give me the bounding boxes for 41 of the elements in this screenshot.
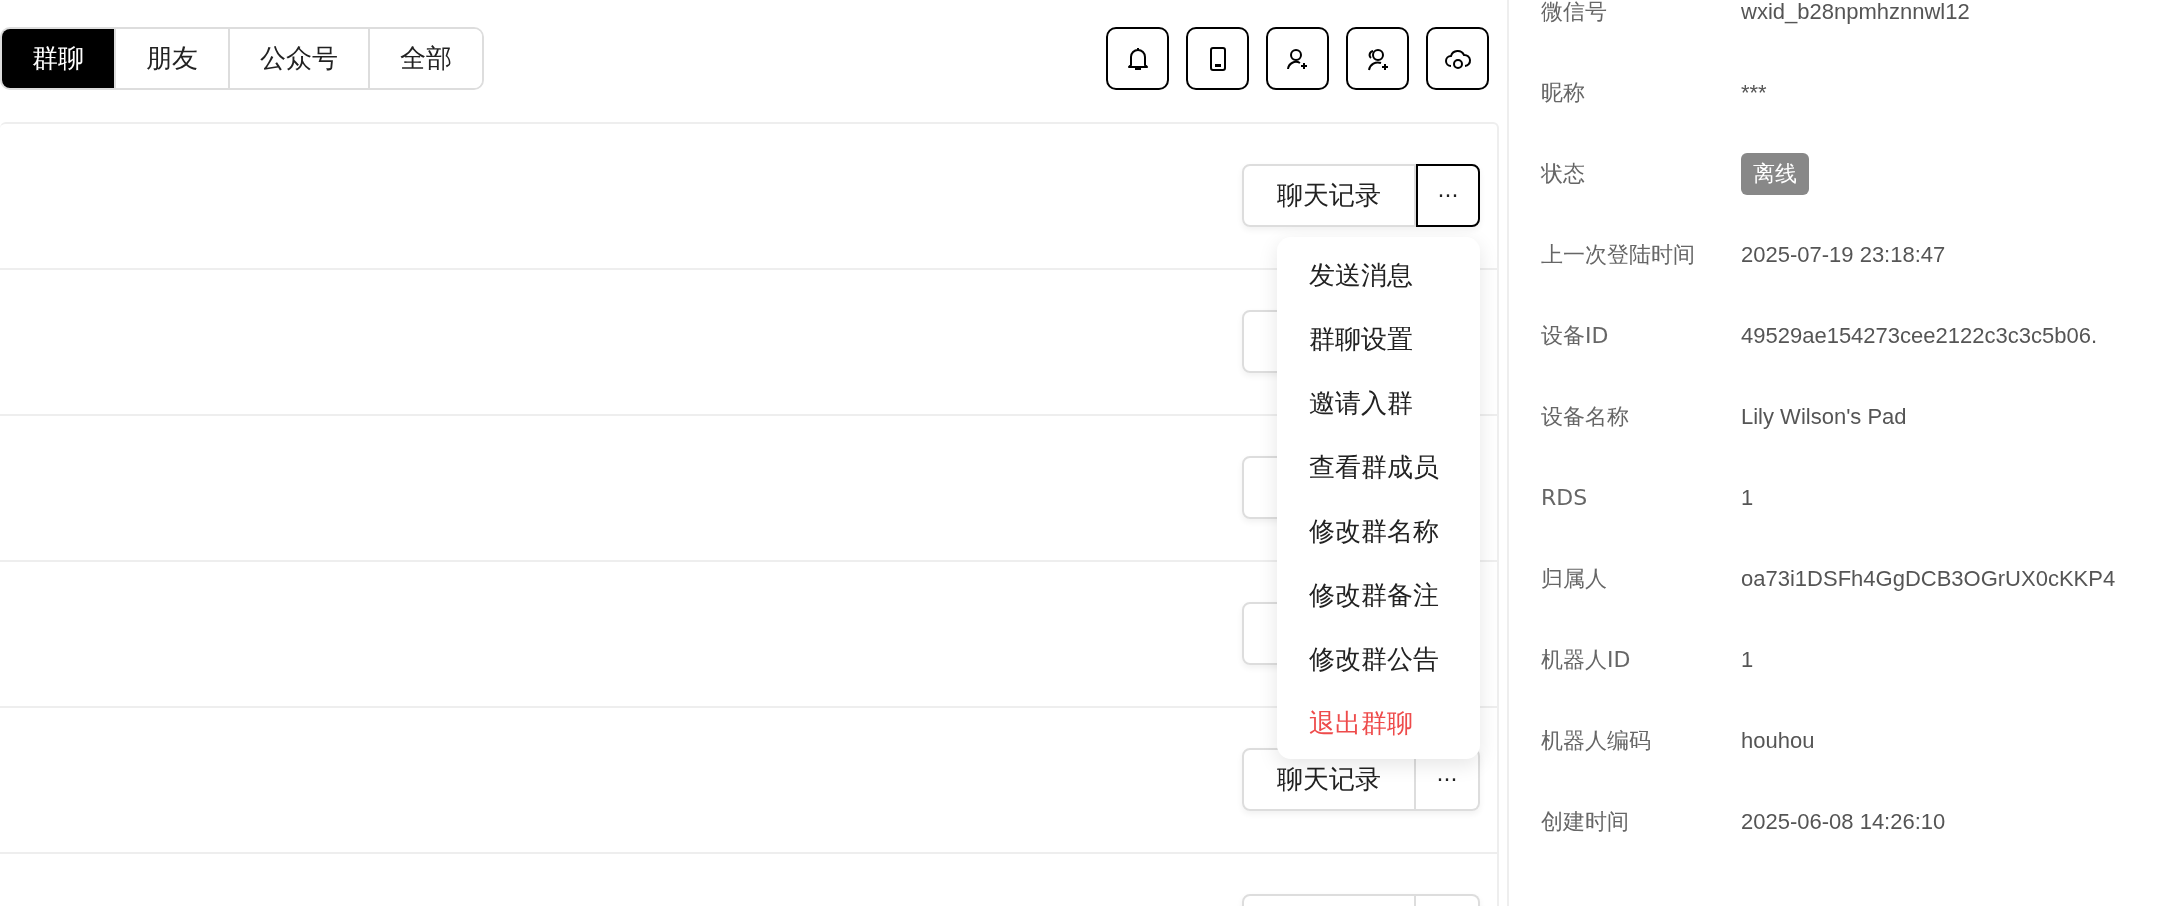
menu-item[interactable]: 查看群成员 — [1277, 435, 1480, 499]
detail-label: 创建时间 — [1541, 807, 1630, 836]
detail-value: 49529ae154273cee2122c3c3c5b06. — [1741, 322, 2097, 349]
chat-history-button[interactable]: 聊天记录 — [1242, 164, 1416, 227]
detail-value: oa73i1DSFh4GgDCB3OGrUX0cKKP4 — [1741, 565, 2116, 592]
cloud-icon — [1443, 47, 1472, 70]
user-add-icon — [1285, 46, 1310, 71]
detail-value: 2025-07-19 23:18:47 — [1741, 241, 1946, 268]
detail-value: *** — [1741, 79, 1767, 106]
detail-label: 机器人编码 — [1541, 726, 1652, 755]
detail-label: 归属人 — [1541, 564, 1608, 593]
toolbar-button[interactable] — [1266, 27, 1329, 90]
bell-icon — [1126, 45, 1149, 72]
detail-label: RDS — [1541, 485, 1589, 510]
toolbar-button[interactable] — [1106, 27, 1169, 90]
detail-label: 上一次登陆时间 — [1541, 240, 1696, 269]
detail-label: 机器人ID — [1541, 645, 1632, 674]
menu-item[interactable]: 邀请入群 — [1277, 371, 1480, 435]
detail-value: 1 — [1741, 484, 1754, 511]
toolbar-button[interactable] — [1186, 27, 1249, 90]
phone-icon — [1208, 45, 1227, 72]
detail-label: 设备名称 — [1541, 402, 1630, 431]
status-tag: 离线 — [1741, 152, 1809, 195]
toolbar-button[interactable] — [1346, 27, 1409, 90]
detail-value: 2025-06-08 14:26:10 — [1741, 808, 1946, 835]
menu-item[interactable]: 发送消息 — [1277, 243, 1480, 307]
menu-item[interactable]: 群聊设置 — [1277, 307, 1480, 371]
detail-value: houhou — [1741, 727, 1815, 754]
detail-value: Lily Wilson's Pad — [1741, 403, 1907, 430]
more-button[interactable]: ··· — [1416, 164, 1480, 227]
menu-item[interactable]: 修改群备注 — [1277, 563, 1480, 627]
tab[interactable]: 群聊 — [2, 29, 116, 88]
menu-item[interactable]: 修改群公告 — [1277, 627, 1480, 691]
detail-value: 1 — [1741, 646, 1754, 673]
toolbar-button[interactable] — [1426, 27, 1489, 90]
detail-label: 设备ID — [1541, 321, 1610, 350]
detail-value: wxid_b28npmhznnwl12 — [1741, 0, 1970, 25]
menu-item[interactable]: 修改群名称 — [1277, 499, 1480, 563]
detail-label: 昵称 — [1541, 78, 1586, 107]
detail-label: 微信号 — [1541, 0, 1608, 26]
detail-label: 状态 — [1541, 159, 1586, 188]
